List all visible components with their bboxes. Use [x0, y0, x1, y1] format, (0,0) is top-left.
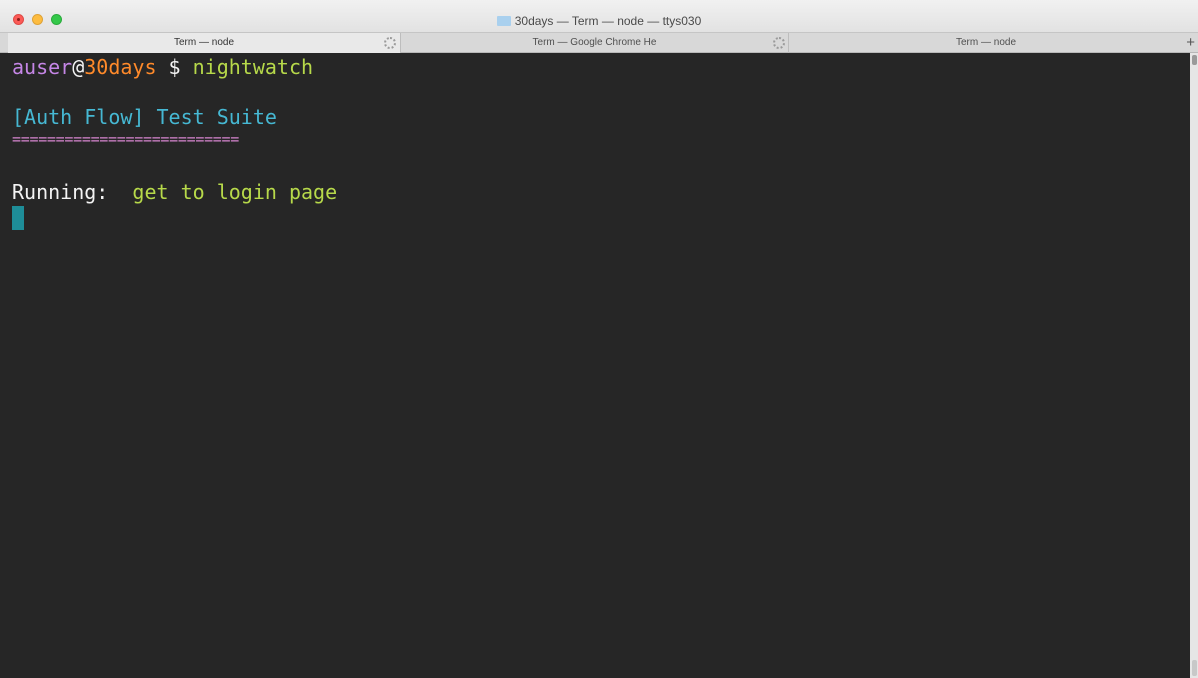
spinner-icon — [384, 37, 396, 49]
window-title: 30days — Term — node — ttys030 — [514, 14, 702, 28]
new-tab-button[interactable]: + — [1186, 34, 1195, 51]
suite-separator: ========================== — [12, 130, 240, 148]
tab-term-node-2[interactable]: Term — node — [788, 33, 1183, 53]
tab-label: Term — node — [955, 37, 1017, 48]
tab-bar: Term — node Term — Google Chrome He Term… — [0, 32, 1198, 53]
scrollbar-resize-handle[interactable] — [1192, 660, 1197, 676]
tab-term-node-1[interactable]: Term — node — [8, 33, 400, 53]
spinner-icon — [773, 37, 785, 49]
tab-label: Term — node — [173, 37, 235, 48]
terminal-window: 30days — Term — node — ttys030 Term — no… — [0, 0, 1198, 678]
prompt-at: @ — [72, 55, 85, 79]
prompt-symbol: $ — [156, 55, 193, 79]
tab-term-chrome[interactable]: Term — Google Chrome He — [400, 33, 788, 53]
running-line: Running: get to login page — [12, 180, 337, 205]
tab-label: Term — Google Chrome He — [532, 37, 657, 48]
title-bar: 30days — Term — node — ttys030 — [0, 0, 1198, 32]
prompt-host: 30days — [84, 55, 157, 79]
running-test-name: get to login page — [132, 180, 338, 204]
running-label: Running: — [12, 180, 109, 204]
prompt-command: nightwatch — [192, 55, 314, 79]
scrollbar[interactable] — [1190, 53, 1198, 678]
scrollbar-thumb[interactable] — [1192, 55, 1197, 65]
prompt-user: auser — [12, 55, 73, 79]
prompt-line: auser@30days $ nightwatch — [12, 55, 313, 80]
terminal-cursor — [12, 206, 24, 230]
terminal-output[interactable]: auser@30days $ nightwatch [Auth Flow] Te… — [8, 53, 1190, 678]
folder-icon — [496, 16, 511, 26]
window-title-area: 30days — Term — node — ttys030 — [0, 13, 1198, 29]
